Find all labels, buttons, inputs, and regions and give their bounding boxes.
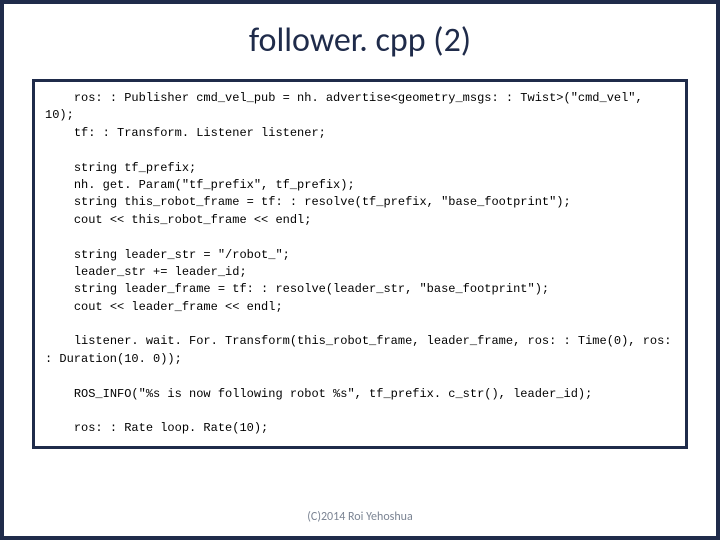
- slide-title: follower. cpp (2): [4, 20, 716, 61]
- copyright-credit: (C)2014 Roi Yehoshua: [4, 510, 716, 524]
- code-block: ros: : Publisher cmd_vel_pub = nh. adver…: [32, 79, 688, 449]
- slide: follower. cpp (2) ros: : Publisher cmd_v…: [0, 0, 720, 540]
